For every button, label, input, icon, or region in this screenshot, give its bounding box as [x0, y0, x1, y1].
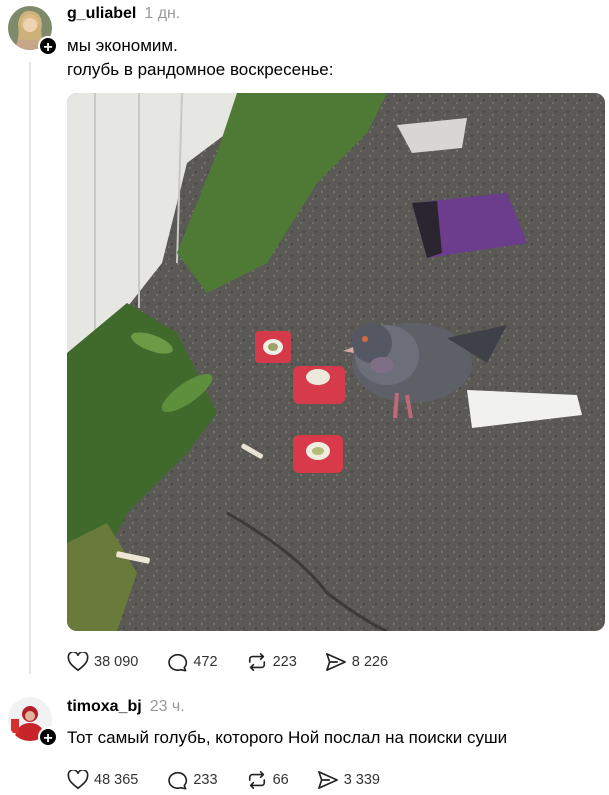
- repost-button[interactable]: 223: [246, 652, 297, 672]
- username[interactable]: g_uliabel: [67, 5, 136, 22]
- follow-plus-icon[interactable]: +: [38, 36, 58, 56]
- repost-icon: [248, 771, 265, 789]
- send-icon: [325, 653, 346, 671]
- comment-button[interactable]: 233: [166, 770, 218, 790]
- share-count: 3 339: [343, 772, 380, 788]
- post-header: g_uliabel 1 дн.: [67, 5, 180, 23]
- post-text-line: мы экономим.: [67, 36, 178, 55]
- timestamp[interactable]: 1 дн.: [144, 5, 180, 22]
- repost-button[interactable]: 66: [246, 770, 289, 790]
- like-button[interactable]: 38 090: [67, 652, 138, 672]
- like-count: 38 090: [94, 654, 139, 670]
- author-avatar[interactable]: +: [8, 6, 58, 56]
- post-photo[interactable]: [67, 93, 605, 631]
- repost-count: 66: [272, 772, 289, 788]
- repost-count: 223: [272, 654, 297, 670]
- thread-line: [29, 62, 31, 674]
- post-header: timoxa_bj 23 ч.: [67, 698, 185, 716]
- comment-bubble-icon: [168, 653, 188, 672]
- share-button[interactable]: 3 339: [317, 770, 380, 790]
- comment-count: 233: [193, 772, 218, 788]
- like-count: 48 365: [94, 772, 139, 788]
- post-actions: 48 365 233 66 3 339: [67, 770, 408, 790]
- post-actions: 38 090 472 223 8 226: [67, 652, 416, 672]
- post-text: мы экономим. голубь в рандомное воскресе…: [67, 34, 334, 82]
- post-text: Тот самый голубь, которого Ной послал на…: [67, 726, 507, 750]
- author-avatar[interactable]: +: [8, 697, 58, 747]
- post-text-line: Тот самый голубь, которого Ной послал на…: [67, 728, 508, 747]
- comment-count: 472: [193, 654, 218, 670]
- share-button[interactable]: 8 226: [325, 652, 388, 672]
- follow-plus-icon[interactable]: +: [38, 727, 58, 747]
- username[interactable]: timoxa_bj: [67, 698, 142, 715]
- post-text-line: голубь в рандомное воскресенье:: [67, 60, 334, 79]
- timestamp[interactable]: 23 ч.: [150, 698, 185, 715]
- repost-icon: [248, 653, 265, 671]
- comment-bubble-icon: [168, 771, 188, 790]
- heart-icon: [67, 652, 89, 672]
- share-count: 8 226: [351, 654, 389, 670]
- comment-button[interactable]: 472: [166, 652, 218, 672]
- like-button[interactable]: 48 365: [67, 770, 138, 790]
- heart-icon: [67, 770, 89, 790]
- send-icon: [317, 771, 338, 789]
